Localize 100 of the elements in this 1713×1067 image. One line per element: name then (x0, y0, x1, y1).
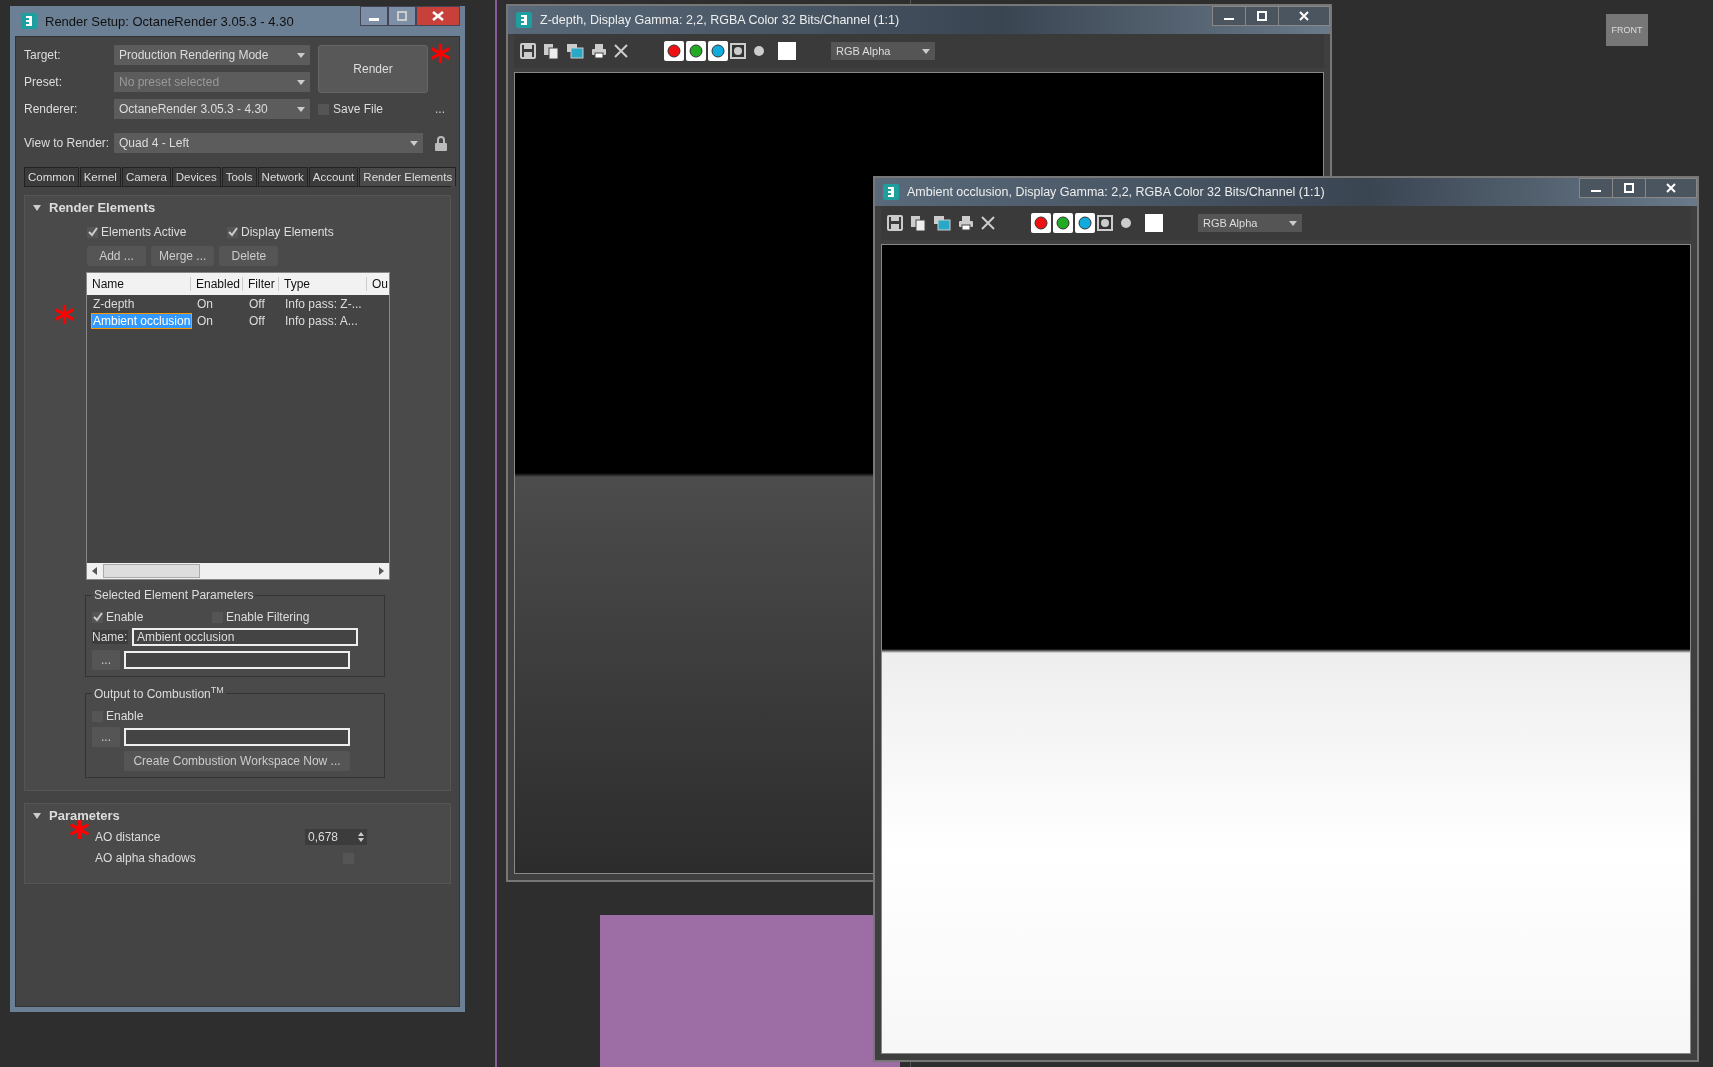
browse-button[interactable]: ... (92, 727, 120, 747)
column-header[interactable]: Name (87, 277, 191, 291)
color-swatch[interactable] (778, 42, 796, 60)
maximize-icon (1257, 11, 1267, 21)
tab[interactable]: Network (257, 167, 308, 186)
color-swatch[interactable] (1145, 214, 1163, 232)
create-workspace-button[interactable]: Create Combustion Workspace Now ... (124, 751, 350, 771)
panel-button[interactable]: Merge ... (151, 246, 215, 266)
checkbox[interactable] (87, 226, 98, 238)
panel-button[interactable]: Add ... (87, 246, 146, 266)
channel-dropdown[interactable]: RGB Alpha (831, 42, 935, 60)
lock-icon[interactable] (435, 135, 447, 151)
copy-icon[interactable] (543, 43, 559, 59)
table-cell: Info pass: A... (284, 313, 359, 328)
field-label: Name: (92, 630, 128, 644)
panel-button[interactable]: Delete (219, 246, 279, 266)
collapse-icon[interactable] (33, 203, 41, 212)
minimize-icon (1591, 190, 1601, 192)
dropdown[interactable]: Production Rendering Mode (114, 45, 310, 65)
table-cell: Off (248, 296, 266, 311)
checkbox[interactable] (92, 611, 103, 623)
tab[interactable]: Kernel (79, 167, 121, 186)
path-field[interactable] (124, 728, 350, 746)
maximize-button[interactable] (388, 6, 416, 26)
render-button[interactable]: Render (318, 45, 429, 93)
tab[interactable]: Tools (221, 167, 257, 186)
column-header[interactable]: Enabled (191, 277, 243, 291)
minimize-icon (1224, 18, 1234, 20)
dropdown[interactable]: Quad 4 - Left (114, 133, 423, 153)
monochrome-dot-icon[interactable] (753, 45, 765, 57)
alpha-toggle-icon[interactable] (1097, 215, 1113, 231)
channel-toggle[interactable] (708, 41, 728, 61)
column-header[interactable]: Type (279, 277, 367, 291)
channel-toggle[interactable] (664, 41, 684, 61)
tab[interactable]: Account (308, 167, 359, 186)
checkbox-label: Display Elements (241, 225, 334, 239)
caret-icon (297, 52, 305, 58)
table-cell: Off (248, 313, 266, 328)
channel-toggle[interactable] (1031, 213, 1051, 233)
field-label: View to Render: (24, 136, 111, 150)
close-icon[interactable] (614, 44, 628, 58)
tab[interactable]: Camera (121, 167, 171, 186)
scroll-left-icon[interactable] (91, 567, 99, 575)
column-header[interactable]: Ou (367, 277, 389, 291)
field-label: Renderer: (24, 102, 79, 116)
clone-window-icon[interactable] (933, 215, 951, 231)
table-cell: On (196, 296, 214, 311)
caret-icon (297, 79, 305, 85)
print-icon[interactable] (958, 215, 974, 231)
clone-window-icon[interactable] (566, 43, 584, 59)
view-cube[interactable]: FRONT (1606, 14, 1648, 46)
tab[interactable]: Common (24, 167, 79, 186)
maximize-button[interactable] (1612, 178, 1646, 198)
tab[interactable]: Devices (171, 167, 221, 186)
table-cell: Info pass: Z-... (284, 296, 363, 311)
print-icon[interactable] (591, 43, 607, 59)
collapse-icon[interactable] (33, 811, 41, 820)
app-icon (883, 184, 899, 200)
close-icon (1299, 11, 1309, 21)
minimize-button[interactable] (360, 6, 388, 26)
minimize-button[interactable] (1212, 6, 1246, 26)
channel-toggle[interactable] (1075, 213, 1095, 233)
column-header[interactable]: Filter (243, 277, 279, 291)
table-cell[interactable]: Z-depth (92, 296, 136, 311)
monochrome-dot-icon[interactable] (1120, 217, 1132, 229)
checkbox-label: Enable Filtering (226, 610, 310, 624)
rollout-title[interactable]: Render Elements (49, 200, 156, 215)
checkbox-label: Save File (333, 102, 384, 116)
browse-button[interactable]: ... (92, 650, 120, 670)
channel-dropdown[interactable]: RGB Alpha (1198, 214, 1302, 232)
channel-toggle[interactable] (686, 41, 706, 61)
alpha-toggle-icon[interactable] (730, 43, 746, 59)
maximize-button[interactable] (1245, 6, 1279, 26)
horizontal-scrollbar[interactable] (87, 563, 389, 579)
dropdown[interactable]: OctaneRender 3.05.3 - 4.30 (114, 99, 310, 119)
save-icon[interactable] (520, 43, 536, 59)
name-field[interactable]: Ambient occlusion (132, 628, 358, 646)
app-icon (21, 13, 37, 29)
app-icon (516, 12, 532, 28)
close-button[interactable] (1278, 6, 1330, 26)
close-icon (432, 11, 444, 21)
save-icon[interactable] (887, 215, 903, 231)
close-button[interactable] (1645, 178, 1697, 198)
spinner-arrows-icon[interactable] (358, 832, 364, 842)
parameter-label: AO alpha shadows (95, 851, 197, 865)
copy-icon[interactable] (910, 215, 926, 231)
path-field[interactable] (124, 651, 350, 669)
checkbox-label: Enable (106, 709, 144, 723)
tab[interactable]: Render Elements (359, 167, 457, 186)
group-title: Output to Combustion$^{TM}$ (93, 685, 225, 701)
scroll-right-icon[interactable] (377, 567, 385, 575)
channel-toggle[interactable] (1053, 213, 1073, 233)
checkbox[interactable] (227, 226, 238, 238)
close-button[interactable] (416, 6, 460, 26)
minimize-button[interactable] (1579, 178, 1613, 198)
minimize-icon (369, 17, 379, 21)
spinner-field[interactable]: 0,678 (305, 829, 367, 845)
more-button[interactable]: ... (429, 101, 451, 117)
annotation-asterisk: * (54, 306, 75, 336)
close-icon[interactable] (981, 216, 995, 230)
